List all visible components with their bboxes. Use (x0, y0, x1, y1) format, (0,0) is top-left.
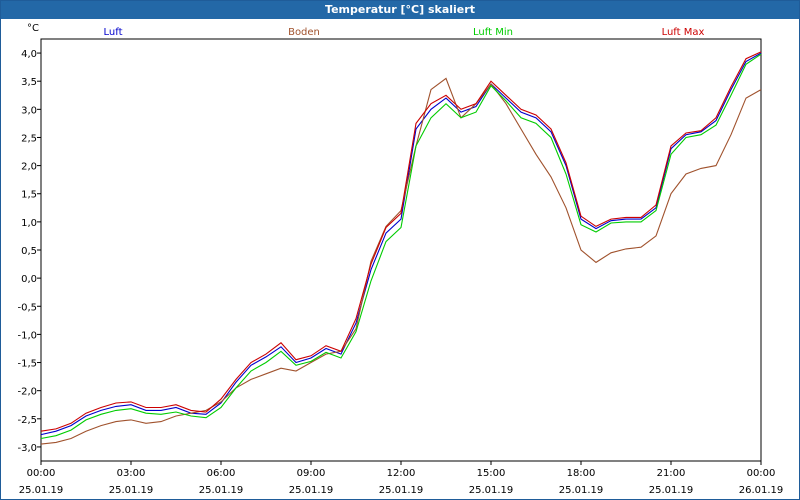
y-tick-label: 0,5 (21, 246, 37, 257)
y-tick-label: -2,0 (17, 387, 37, 398)
y-tick-label: -1,5 (17, 359, 37, 370)
y-tick-label: -1,0 (17, 330, 37, 341)
x-tick-time-label: 06:00 (207, 468, 236, 479)
y-tick-label: -3,0 (17, 443, 37, 454)
x-tick-date-label: 25.01.19 (199, 485, 244, 496)
y-tick-label: 2,0 (21, 162, 37, 173)
y-tick-label: 1,0 (21, 218, 37, 229)
x-tick-date-label: 25.01.19 (469, 485, 514, 496)
x-tick-time-label: 03:00 (117, 468, 146, 479)
legend-item-luft-min: Luft Min (473, 27, 513, 38)
window-title: Temperatur [°C] skaliert (1, 1, 799, 19)
x-tick-date-label: 25.01.19 (109, 485, 154, 496)
legend-item-luft-max: Luft Max (662, 27, 705, 38)
y-tick-label: 1,5 (21, 190, 37, 201)
y-tick-label: 4,0 (21, 49, 37, 60)
y-tick-label: -2,5 (17, 415, 37, 426)
y-tick-label: 0,0 (21, 274, 37, 285)
y-tick-label: 3,5 (21, 77, 37, 88)
axes (37, 38, 762, 465)
y-tick-label: -0,5 (17, 302, 37, 313)
x-tick-time-label: 12:00 (387, 468, 416, 479)
y-tick-label: 3,0 (21, 105, 37, 116)
x-tick-date-label: 26.01.19 (739, 485, 784, 496)
x-tick-time-label: 09:00 (297, 468, 326, 479)
chart-window: Temperatur [°C] skaliert -3,0 -2,5 -2,0 -1,… (0, 0, 800, 500)
x-tick-time-label: 00:00 (27, 468, 56, 479)
x-tick-date-label: 25.01.19 (649, 485, 694, 496)
x-tick-date-label: 25.01.19 (379, 485, 424, 496)
x-tick-date-label: 25.01.19 (559, 485, 604, 496)
x-tick-time-label: 18:00 (567, 468, 596, 479)
x-tick-date-label: 25.01.19 (19, 485, 64, 496)
plot-frame (40, 38, 762, 462)
x-tick-time-label: 15:00 (477, 468, 506, 479)
legend-item-luft: Luft (104, 27, 123, 38)
temperature-chart: -3,0 -2,5 -2,0 -1,5 -1,0 -0,5 0,0 0,5 1,0 1,5 2,0 2… (17, 23, 784, 496)
x-tick-date-label: 25.01.19 (289, 485, 334, 496)
legend: Luft Boden Luft Min Luft Max (104, 27, 705, 38)
legend-item-boden: Boden (288, 27, 320, 38)
y-tick-label: 2,5 (21, 133, 37, 144)
x-tick-time-label: 00:00 (747, 468, 776, 479)
y-axis-label: °C (27, 23, 39, 34)
x-tick-time-label: 21:00 (657, 468, 686, 479)
